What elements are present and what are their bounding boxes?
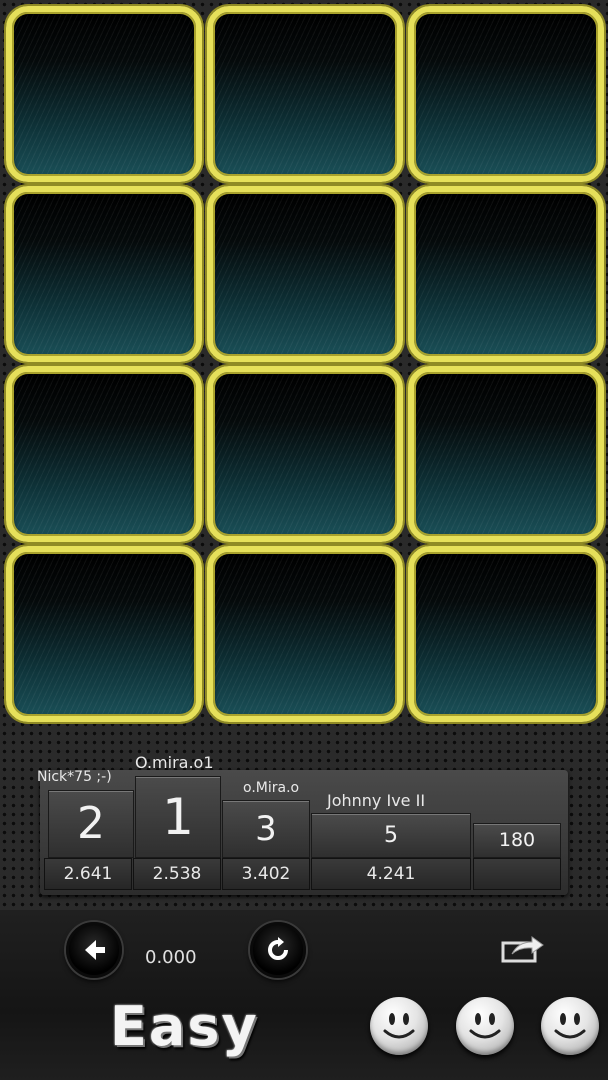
smiley-icon (554, 1013, 586, 1039)
share-button[interactable] (500, 934, 546, 964)
timer-display: 0.000 (145, 947, 197, 968)
card-tile-10[interactable] (6, 546, 202, 722)
card-tile-2[interactable] (207, 6, 403, 182)
card-tile-4[interactable] (6, 186, 202, 362)
back-button[interactable] (66, 922, 122, 978)
player-time-2: 2.538 (133, 858, 221, 890)
card-grid (0, 0, 608, 728)
player-time-3: 3.402 (222, 858, 310, 890)
card-tile-8[interactable] (207, 366, 403, 542)
smiley-rating-3[interactable] (541, 997, 599, 1055)
arrow-left-icon (85, 940, 105, 960)
player-name-1: Nick*75 ;-) (37, 769, 112, 785)
card-tile-7[interactable] (6, 366, 202, 542)
podium-step-3rd: 3 (222, 800, 310, 858)
player-time-4: 4.241 (311, 858, 471, 890)
player-name-2: O.mira.o1 (135, 753, 214, 772)
smiley-icon (469, 1013, 501, 1039)
card-tile-1[interactable] (6, 6, 202, 182)
player-time-own (473, 858, 561, 890)
podium-step-own-rank: 180 (473, 823, 561, 858)
card-tile-6[interactable] (408, 186, 604, 362)
refresh-icon (268, 937, 288, 960)
podium-step-1st: 1 (135, 776, 221, 858)
player-name-3: o.Mira.o (243, 780, 300, 796)
card-tile-3[interactable] (408, 6, 604, 182)
smiley-icon (383, 1013, 415, 1039)
player-time-1: 2.641 (44, 858, 132, 890)
share-icon (501, 936, 544, 963)
card-tile-5[interactable] (207, 186, 403, 362)
player-name-4: Johnny Ive II (327, 791, 426, 810)
card-tile-12[interactable] (408, 546, 604, 722)
difficulty-label: Easy (110, 995, 259, 1058)
podium-step-2nd: 2 (48, 790, 134, 858)
smiley-rating-1[interactable] (370, 997, 428, 1055)
card-tile-11[interactable] (207, 546, 403, 722)
card-tile-9[interactable] (408, 366, 604, 542)
restart-button[interactable] (250, 922, 306, 978)
smiley-rating-2[interactable] (456, 997, 514, 1055)
podium-step-5th: 5 (311, 813, 471, 858)
